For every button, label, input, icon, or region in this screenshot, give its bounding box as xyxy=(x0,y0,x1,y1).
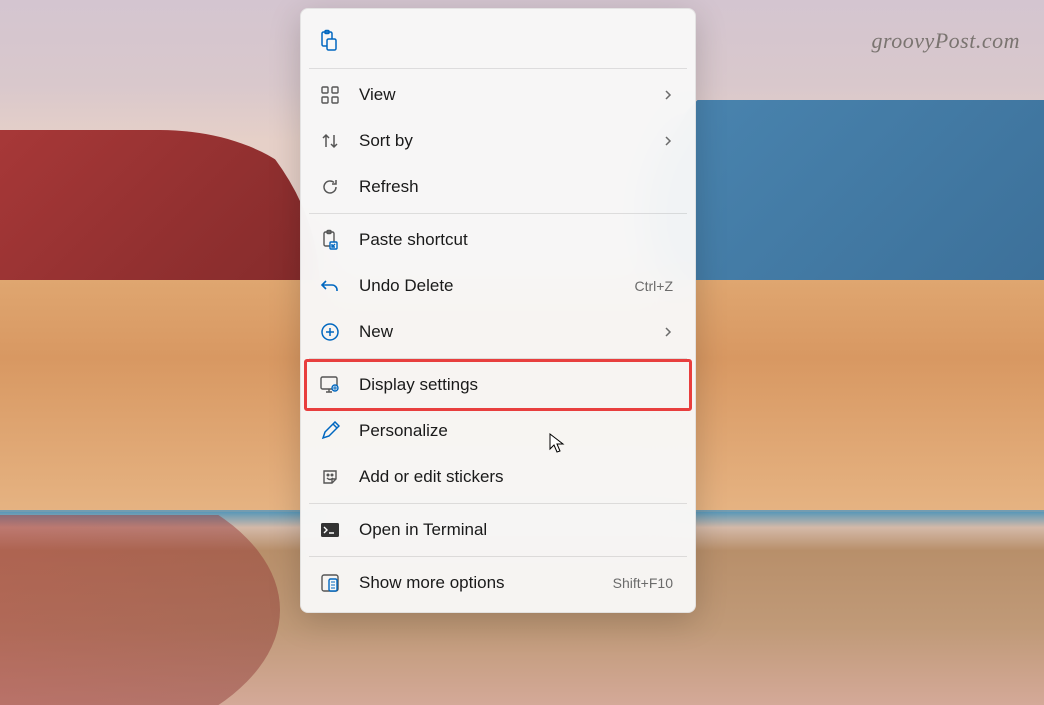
menu-open-terminal[interactable]: Open in Terminal xyxy=(307,507,689,553)
desktop-context-menu: View Sort by Refresh xyxy=(300,8,696,613)
menu-personalize-label: Personalize xyxy=(359,421,677,441)
chevron-right-icon xyxy=(663,134,677,148)
new-icon xyxy=(319,321,341,343)
watermark-text: groovyPost.com xyxy=(871,28,1020,54)
menu-add-stickers-label: Add or edit stickers xyxy=(359,467,677,487)
personalize-icon xyxy=(319,420,341,442)
terminal-icon xyxy=(319,519,341,541)
divider xyxy=(309,556,687,557)
menu-show-more-shortcut: Shift+F10 xyxy=(613,575,673,591)
menu-view-label: View xyxy=(359,85,655,105)
menu-undo-delete-label: Undo Delete xyxy=(359,276,635,296)
sort-icon xyxy=(319,130,341,152)
menu-sort-by-label: Sort by xyxy=(359,131,655,151)
display-settings-icon xyxy=(319,374,341,396)
menu-refresh-label: Refresh xyxy=(359,177,677,197)
menu-display-settings[interactable]: Display settings xyxy=(307,362,689,408)
stickers-icon xyxy=(319,466,341,488)
paste-shortcut-icon xyxy=(319,229,341,251)
menu-show-more-label: Show more options xyxy=(359,573,613,593)
divider xyxy=(309,213,687,214)
highlighted-annotation: Display settings xyxy=(304,359,692,411)
chevron-right-icon xyxy=(663,325,677,339)
undo-icon xyxy=(319,275,341,297)
divider xyxy=(309,503,687,504)
wallpaper-reflection xyxy=(0,515,280,705)
menu-undo-shortcut: Ctrl+Z xyxy=(635,278,674,294)
menu-add-stickers[interactable]: Add or edit stickers xyxy=(307,454,689,500)
menu-show-more-options[interactable]: Show more options Shift+F10 xyxy=(307,560,689,606)
menu-paste-shortcut-label: Paste shortcut xyxy=(359,230,677,250)
show-more-icon xyxy=(319,572,341,594)
menu-paste-shortcut[interactable]: Paste shortcut xyxy=(307,217,689,263)
menu-personalize[interactable]: Personalize xyxy=(307,408,689,454)
menu-sort-by[interactable]: Sort by xyxy=(307,118,689,164)
menu-undo-delete[interactable]: Undo Delete Ctrl+Z xyxy=(307,263,689,309)
paste-icon[interactable] xyxy=(317,29,339,51)
menu-refresh[interactable]: Refresh xyxy=(307,164,689,210)
divider xyxy=(309,68,687,69)
menu-display-settings-label: Display settings xyxy=(359,375,677,395)
mouse-cursor-icon xyxy=(548,432,566,454)
icon-toolbar xyxy=(307,15,689,65)
menu-view[interactable]: View xyxy=(307,72,689,118)
view-icon xyxy=(319,84,341,106)
refresh-icon xyxy=(319,176,341,198)
menu-open-terminal-label: Open in Terminal xyxy=(359,520,677,540)
menu-new-label: New xyxy=(359,322,655,342)
menu-new[interactable]: New xyxy=(307,309,689,355)
chevron-right-icon xyxy=(663,88,677,102)
